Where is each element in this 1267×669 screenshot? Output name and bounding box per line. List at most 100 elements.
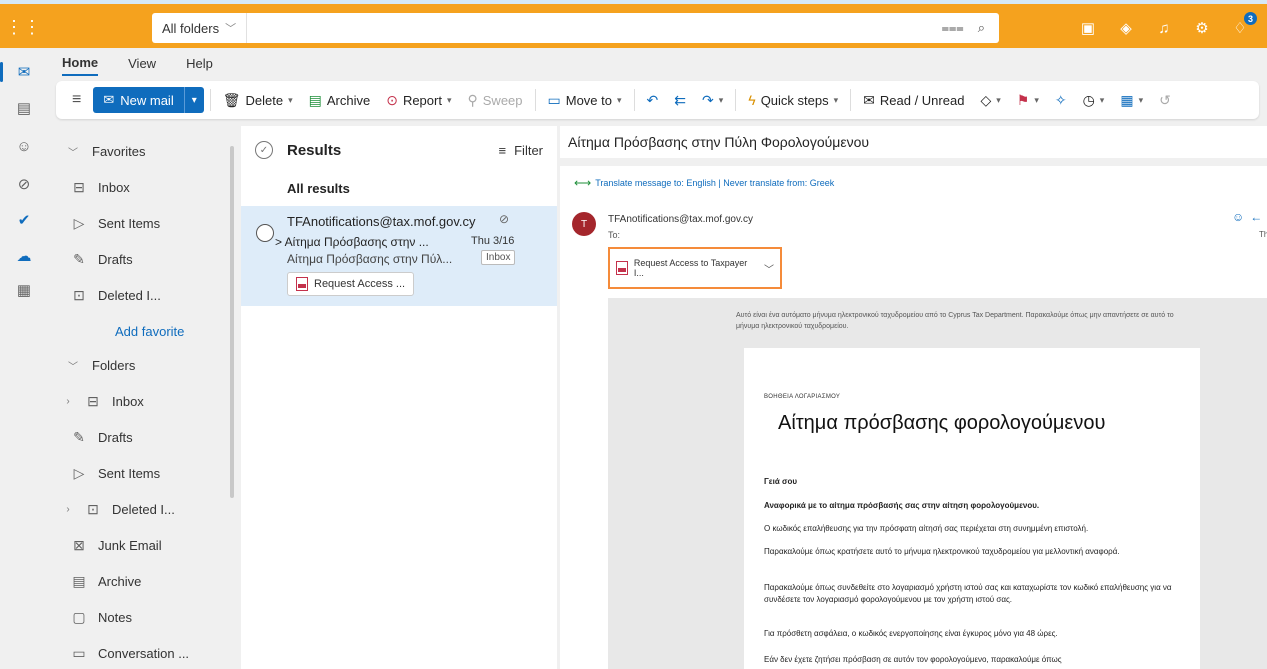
- todo-check-icon[interactable]: ✔: [10, 206, 38, 234]
- favorites-label: Favorites: [92, 143, 146, 159]
- chevron-down-icon[interactable]: ﹀: [764, 261, 774, 276]
- mail-icon[interactable]: ✉: [0, 58, 38, 86]
- message-preview: Αίτημα Πρόσβασης στην Πύλ...: [287, 252, 453, 266]
- flag-button[interactable]: ⚑ ▾: [1011, 88, 1045, 113]
- search-input[interactable]: [247, 13, 942, 43]
- email-body: Αυτό είναι ένα αυτόματο μήνυμα ηλεκτρονι…: [608, 298, 1267, 669]
- reply-all-icon: ⇇: [674, 91, 686, 108]
- premium-icon[interactable]: ♢ 3: [1229, 12, 1257, 39]
- folder-drafts[interactable]: ✎ Drafts: [48, 420, 224, 454]
- chevron-down-icon: ▾: [718, 94, 724, 105]
- chevron-right-icon[interactable]: ›: [62, 396, 74, 407]
- reply-icon[interactable]: ←: [1250, 210, 1262, 224]
- ribbon-toolbar: ≡ ✉ New mail ▾ 🗑 Delete ▾ ▤ Archive ⊙ Re…: [56, 81, 1259, 119]
- word-icon[interactable]: ▣: [1077, 17, 1099, 39]
- calendar-icon[interactable]: ▤: [10, 94, 38, 122]
- read-unread-button[interactable]: ✉ Read / Unread: [857, 88, 970, 113]
- search-filter-icon[interactable]: ⩶: [941, 20, 963, 36]
- attachment-name: Request Access to Taxpayer I...: [633, 258, 748, 278]
- emoji-icon[interactable]: ☺: [1232, 210, 1244, 224]
- chevron-down-icon: ▾: [617, 94, 622, 105]
- translate-bar[interactable]: ⟷ Translate message to: English | Never …: [574, 176, 834, 190]
- app-launcher-waffle-icon[interactable]: ⋮⋮: [5, 12, 41, 42]
- favorite-inbox[interactable]: ⊟ Inbox: [48, 170, 224, 204]
- folder-deleted[interactable]: › ⊡ Deleted I...: [48, 492, 224, 526]
- reply-all-button[interactable]: ⇇: [668, 88, 692, 113]
- quick-steps-button[interactable]: ϟ Quick steps ▾: [742, 88, 844, 112]
- tab-home[interactable]: Home: [62, 51, 99, 76]
- greeting: Γειά σου: [764, 477, 797, 486]
- translate-text[interactable]: Translate message to: English | Never tr…: [595, 178, 834, 188]
- tab-view[interactable]: View: [128, 52, 156, 75]
- paperclip-icon[interactable]: ⊘: [10, 170, 38, 198]
- attachment-card[interactable]: Request Access to Taxpayer I... ﹀: [608, 247, 782, 289]
- search-icon[interactable]: ⌕: [978, 20, 985, 36]
- search-box[interactable]: All folders ﹀ ⩶ ⌕: [152, 13, 999, 43]
- sender-address[interactable]: TFAnotifications@tax.mof.gov.cy: [608, 214, 753, 225]
- folder-pane-scrollbar[interactable]: [230, 146, 234, 498]
- delete-button[interactable]: 🗑 Delete ▾: [217, 88, 299, 113]
- folder-sent-items[interactable]: ▷ Sent Items: [48, 456, 224, 490]
- folder-junk-email[interactable]: ⊠ Junk Email: [48, 528, 224, 562]
- folder-conversation-history[interactable]: ▭ Conversation ...: [48, 636, 224, 669]
- new-mail-label: New mail: [120, 92, 174, 108]
- forward-button[interactable]: ↷ ▾: [696, 88, 729, 113]
- archive-icon: ▤: [72, 572, 86, 589]
- list-item[interactable]: TFAnotifications@tax.mof.gov.cy ⊘ > Αίτη…: [241, 206, 557, 306]
- folders-header[interactable]: ﹀ Folders: [48, 348, 224, 382]
- filter-label: Filter: [514, 142, 543, 158]
- report-button[interactable]: ⊙ Report ▾: [380, 88, 457, 113]
- favorite-deleted[interactable]: ⊡ Deleted I...: [48, 278, 224, 312]
- folder-label: Drafts: [98, 251, 133, 267]
- undo-button[interactable]: ↺: [1153, 88, 1177, 113]
- categorize-button[interactable]: ◇ ▾: [974, 88, 1006, 113]
- favorite-drafts[interactable]: ✎ Drafts: [48, 242, 224, 276]
- gear-icon[interactable]: ⚙: [1191, 17, 1213, 39]
- filter-button[interactable]: ≡ Filter: [499, 143, 543, 158]
- snooze-button[interactable]: ◷ ▾: [1077, 88, 1111, 113]
- select-message-checkbox[interactable]: [256, 224, 274, 242]
- teams-icon[interactable]: ◈: [1115, 17, 1137, 39]
- ribbon-tabs: Home View Help: [48, 48, 1267, 78]
- folder-notes[interactable]: ▢ Notes: [48, 600, 224, 634]
- tag-icon: ◇: [980, 91, 992, 108]
- email-subject: Αίτημα Πρόσβασης στην Πύλη Φορολογούμενο…: [568, 134, 870, 150]
- folder-archive[interactable]: ▤ Archive: [48, 564, 224, 598]
- select-all-checkbox[interactable]: ✓: [255, 141, 273, 159]
- folder-label: Sent Items: [98, 215, 161, 231]
- onedrive-cloud-icon[interactable]: ☁: [10, 242, 38, 270]
- avatar[interactable]: T: [572, 212, 596, 236]
- lightning-icon: ϟ: [748, 92, 756, 108]
- folder-inbox[interactable]: › ⊟ Inbox: [48, 384, 224, 418]
- move-to-label: Move to: [565, 92, 612, 108]
- archive-button[interactable]: ▤ Archive: [303, 88, 377, 113]
- reply-button[interactable]: ↶: [641, 88, 665, 113]
- move-to-button[interactable]: ▭ Move to ▾: [542, 88, 628, 113]
- add-favorite-link[interactable]: Add favorite: [48, 314, 224, 348]
- tab-help[interactable]: Help: [186, 52, 213, 75]
- search-scope-dropdown[interactable]: All folders ﹀: [152, 13, 248, 43]
- new-mail-button[interactable]: ✉ New mail ▾: [93, 87, 204, 113]
- pin-button[interactable]: ✧: [1049, 88, 1073, 113]
- new-mail-main[interactable]: ✉ New mail: [93, 92, 183, 108]
- people-icon[interactable]: ☺: [10, 132, 38, 160]
- chevron-down-icon: ▾: [446, 94, 452, 105]
- archive-label: Archive: [326, 92, 371, 108]
- sweep-button[interactable]: ⚲ Sweep: [462, 88, 529, 113]
- attachment-chip[interactable]: Request Access ...: [287, 272, 415, 296]
- chevron-right-icon[interactable]: ›: [62, 504, 74, 515]
- hamburger-menu-icon[interactable]: ≡: [64, 91, 89, 109]
- chevron-down-icon: ▾: [288, 94, 293, 105]
- rules-button[interactable]: ▦ ▾: [1114, 88, 1149, 113]
- paperclip-icon: ⊘: [499, 212, 510, 226]
- email-card: ΒΟΗΘΕΙΑ ΛΟΓΑΡΙΑΣΜΟΥ Αίτημα πρόσβασης φορ…: [744, 348, 1200, 669]
- favorite-sent-items[interactable]: ▷ Sent Items: [48, 206, 224, 240]
- folder-label: Inbox: [112, 393, 144, 409]
- apps-icon[interactable]: ▦: [10, 276, 38, 304]
- new-mail-dropdown[interactable]: ▾: [183, 87, 204, 113]
- bell-icon[interactable]: ♫: [1153, 17, 1175, 39]
- body-paragraph: Παρακαλούμε όπως συνδεθείτε στο λογαριασ…: [764, 583, 1172, 604]
- favorites-header[interactable]: ﹀ Favorites: [48, 134, 224, 168]
- rules-icon: ▦: [1120, 91, 1134, 108]
- folder-label: Archive: [98, 573, 142, 589]
